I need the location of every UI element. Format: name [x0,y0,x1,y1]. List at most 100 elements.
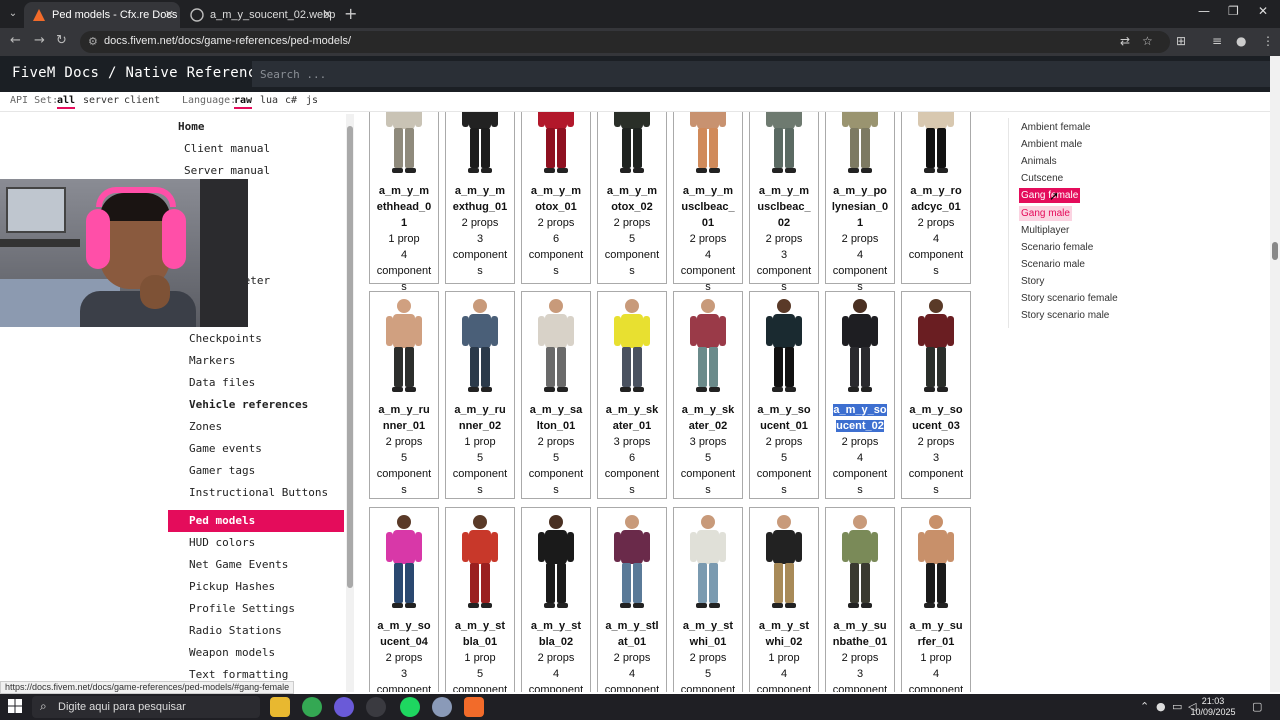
fivem-icon[interactable] [464,697,484,717]
search-input[interactable] [252,61,1270,87]
browser-menu-icon[interactable]: ⋮ [1262,34,1274,48]
tab-image[interactable]: a_m_y_soucent_02.webp (172× ✕ [182,2,338,47]
minimize-icon[interactable]: — [1198,4,1210,18]
tab-ped-models[interactable]: Ped models - Cfx.re Docs ✕ [24,2,180,28]
spotify-icon[interactable] [400,697,420,717]
tray-chevron-icon[interactable]: ⌃ [1140,700,1149,713]
sidebar-item-radio-stations[interactable]: Radio Stations [168,620,344,642]
profile-avatar-icon[interactable]: ● [1236,34,1246,48]
sidebar-item-checkpoints[interactable]: Checkpoints [168,328,344,350]
ped-card[interactable]: a_m_y_surfer_011 prop4components [901,507,971,692]
close-icon[interactable]: ✕ [323,2,332,28]
ped-card[interactable]: a_m_y_m usclbeac_ 02 2 props 3 component s [749,112,819,293]
chrome-icon[interactable] [302,697,322,717]
ped-card[interactable]: a_m_y_stlat_012 props4components [597,507,667,692]
category-scenario-female[interactable]: Scenario female [1019,240,1095,255]
ped-card[interactable]: a_m_y_ru nner_02 1 prop 5 component s [445,291,515,499]
media-icon[interactable]: ≡ [1212,34,1222,48]
site-info-icon[interactable]: ⚙ [88,35,98,48]
notifications-icon[interactable]: ▢ [1252,700,1262,713]
ped-card[interactable]: a_m_y_m otox_02 2 props 5 component s [597,112,667,284]
scrollbar-thumb[interactable] [347,126,353,588]
ped-card[interactable]: a_m_y_po lynesian_0 1 2 props 4 component s [825,112,895,293]
sidebar-item-hud-colors[interactable]: HUD colors [168,532,344,554]
url-text[interactable]: docs.fivem.net/docs/game-references/ped-… [104,35,351,47]
ped-card[interactable]: a_m_y_m exthug_01 2 props 3 component s [445,112,515,284]
lang-option-csharp[interactable]: c# [285,95,297,106]
category-ambient-male[interactable]: Ambient male [1019,137,1084,152]
ped-card[interactable]: a_m_y_m otox_01 2 props 6 component s [521,112,591,284]
sidebar-item-zones[interactable]: Zones [168,416,344,438]
sidebar-item-net-game-events[interactable]: Net Game Events [168,554,344,576]
taskbar-clock[interactable]: 21:03 10/09/2025 [1190,696,1236,718]
lang-option-js[interactable]: js [306,95,318,106]
sidebar-item-ped-models[interactable]: Ped models [168,510,344,532]
ped-card[interactable]: a_m_y_so ucent_01 2 props 5 component s [749,291,819,499]
forward-icon[interactable]: → [34,33,45,48]
category-story[interactable]: Story [1019,274,1046,289]
site-brand[interactable]: FiveM Docs / Native Reference [12,65,265,81]
ped-card[interactable]: a_m_y_sunbathe_012 props3components [825,507,895,692]
bookmark-star-icon[interactable]: ☆ [1142,34,1153,48]
ped-card[interactable]: a_m_y_m ethhead_0 1 1 prop 4 component s [369,112,439,293]
scrollbar-thumb[interactable] [1272,242,1278,260]
app-icon[interactable] [334,697,354,717]
category-story-scenario-male[interactable]: Story scenario male [1019,308,1111,323]
api-option-server[interactable]: server [83,95,119,106]
page-scrollbar[interactable] [1270,56,1280,692]
sidebar-item-vehicle-references[interactable]: Vehicle references [168,394,344,416]
lang-option-lua[interactable]: lua [260,95,278,106]
sidebar-scrollbar[interactable] [346,114,354,692]
category-gang-male[interactable]: Gang male [1019,205,1072,221]
category-scenario-male[interactable]: Scenario male [1019,257,1087,272]
restore-icon[interactable]: ❐ [1228,4,1239,18]
category-story-scenario-female[interactable]: Story scenario female [1019,291,1120,306]
ped-card[interactable]: a_m_y_sa lton_01 2 props 5 component s [521,291,591,499]
sidebar-item-instructional-buttons[interactable]: Instructional Buttons [168,482,344,504]
github-icon[interactable] [366,697,386,717]
ped-card[interactable]: a_m_y_stbla_011 prop5components [445,507,515,692]
category-animals[interactable]: Animals [1019,154,1059,169]
sidebar-item-home[interactable]: Home [168,116,344,138]
reload-icon[interactable]: ↻ [56,33,67,48]
tab-search-icon[interactable]: ⌄ [4,5,22,23]
category-cutscene[interactable]: Cutscene [1019,171,1065,186]
ped-card[interactable]: a_m_y_stwhi_021 prop4components [749,507,819,692]
window-close-icon[interactable]: ✕ [1258,4,1268,18]
ped-card[interactable]: a_m_y_stwhi_012 props5components [673,507,743,692]
sidebar-item-weapon-models[interactable]: Weapon models [168,642,344,664]
ped-card[interactable]: a_m_y_ro adcyc_01 2 props 4 component s [901,112,971,284]
api-option-client[interactable]: client [124,95,160,106]
lang-option-raw[interactable]: raw [234,95,253,109]
ped-card[interactable]: a_m_y_m usclbeac_ 01 2 props 4 component s [673,112,743,293]
back-icon[interactable]: ← [10,33,21,48]
sidebar-item-client-manual[interactable]: Client manual [168,138,344,160]
file-explorer-icon[interactable] [270,697,290,717]
new-tab-button[interactable]: + [344,4,357,23]
app-icon[interactable] [432,697,452,717]
extensions-icon[interactable]: ⊞ [1176,34,1186,48]
sidebar-item-pickup-hashes[interactable]: Pickup Hashes [168,576,344,598]
ped-card[interactable]: a_m_y_so ucent_03 2 props 3 component s [901,291,971,499]
ped-card[interactable]: a_m_y_ru nner_01 2 props 5 component s [369,291,439,499]
ped-card[interactable]: a_m_y_soucent_042 props3components [369,507,439,692]
sidebar-item-profile-settings[interactable]: Profile Settings [168,598,344,620]
omnibox[interactable]: ⚙ docs.fivem.net/docs/game-references/pe… [80,31,1170,53]
microphone-icon[interactable]: ● [1156,700,1166,713]
translate-icon[interactable]: ⇄ [1120,34,1130,48]
ped-card[interactable]: a_m_y_sk ater_02 3 props 5 component s [673,291,743,499]
ped-card[interactable]: a_m_y_stbla_022 props4components [521,507,591,692]
api-option-all[interactable]: all [57,95,76,109]
taskbar-search[interactable]: ⌕ Digite aqui para pesquisar [32,696,260,718]
windows-start-icon[interactable] [8,699,22,713]
category-ambient-female[interactable]: Ambient female [1019,120,1092,135]
sidebar-item-game-events[interactable]: Game events [168,438,344,460]
close-icon[interactable]: ✕ [165,2,174,28]
sidebar-item-markers[interactable]: Markers [168,350,344,372]
sidebar-item-gamer-tags[interactable]: Gamer tags [168,460,344,482]
category-multiplayer[interactable]: Multiplayer [1019,223,1071,238]
network-icon[interactable]: ▭ [1172,700,1182,713]
sidebar-item-data-files[interactable]: Data files [168,372,344,394]
ped-card[interactable]: a_m_y_so ucent_02 2 props 4 component s [825,291,895,499]
ped-card[interactable]: a_m_y_sk ater_01 3 props 6 component s [597,291,667,499]
